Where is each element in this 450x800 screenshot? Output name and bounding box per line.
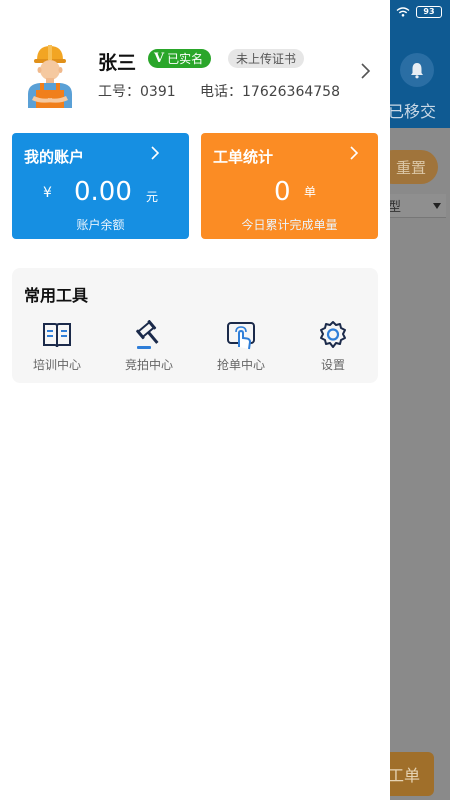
worker-avatar xyxy=(28,45,72,108)
order-count-caption: 今日累计完成单量 xyxy=(241,218,338,232)
tool-grab-order-center[interactable]: 抢单中心 xyxy=(201,320,281,376)
user-name: 张三 xyxy=(98,52,137,74)
order-stats-card[interactable]: 工单统计 0 单 今日累计完成单量 xyxy=(201,133,378,239)
tool-label: 培训中心 xyxy=(32,358,81,372)
wifi-icon xyxy=(396,7,410,17)
tab-transferred[interactable]: 已移交 xyxy=(388,98,436,122)
battery-indicator: 93 xyxy=(416,6,442,18)
dropdown-arrow-icon xyxy=(433,202,441,209)
work-number: 工号：0391 xyxy=(98,84,176,100)
account-balance: 0.00 xyxy=(74,177,132,207)
tool-settings[interactable]: 设置 xyxy=(293,320,373,376)
tool-auction-center[interactable]: 竞拍中心 xyxy=(109,320,189,376)
account-card[interactable]: 我的账户 ¥ 0.00 元 账户余额 xyxy=(12,133,189,239)
certificate-badge: 未上传证书 xyxy=(228,49,305,68)
status-bar: 93 xyxy=(396,6,442,18)
currency-unit: 元 xyxy=(146,190,159,204)
chevron-right-icon xyxy=(151,146,160,160)
tool-label: 抢单中心 xyxy=(216,358,265,372)
side-drawer: 张三 V 已实名 未上传证书 工号：0391 电话：17626364758 我的… xyxy=(0,0,390,800)
order-stats-title: 工单统计 xyxy=(213,148,274,166)
tools-title: 常用工具 xyxy=(24,286,89,305)
profile-header[interactable]: 张三 V 已实名 未上传证书 工号：0391 电话：17626364758 xyxy=(0,34,390,114)
verified-badge-label: 已实名 xyxy=(167,52,204,66)
tool-training-center[interactable]: 培训中心 xyxy=(17,320,97,376)
tool-label: 设置 xyxy=(320,358,345,372)
bell-icon xyxy=(411,63,423,79)
currency-symbol: ¥ xyxy=(43,185,52,201)
gear-icon xyxy=(320,321,346,348)
notification-button[interactable] xyxy=(400,53,434,87)
account-balance-caption: 账户余额 xyxy=(76,218,125,232)
gavel-icon xyxy=(136,320,159,349)
completed-order-count: 0 xyxy=(274,177,291,207)
tool-label: 竞拍中心 xyxy=(124,358,173,372)
common-tools-panel: 常用工具 培训中心 竞拍中心 抢单中心 设置 xyxy=(12,268,378,383)
account-card-title: 我的账户 xyxy=(24,148,85,166)
chevron-right-icon xyxy=(361,63,371,79)
phone-number: 电话：17626364758 xyxy=(200,84,340,100)
verified-mark: V xyxy=(154,51,165,66)
order-count-unit: 单 xyxy=(304,185,317,199)
chevron-right-icon xyxy=(350,146,359,160)
tap-screen-icon xyxy=(227,322,255,350)
book-icon xyxy=(43,323,71,348)
verified-badge: V 已实名 xyxy=(148,49,212,68)
type-filter-select[interactable]: 型 xyxy=(388,194,446,218)
